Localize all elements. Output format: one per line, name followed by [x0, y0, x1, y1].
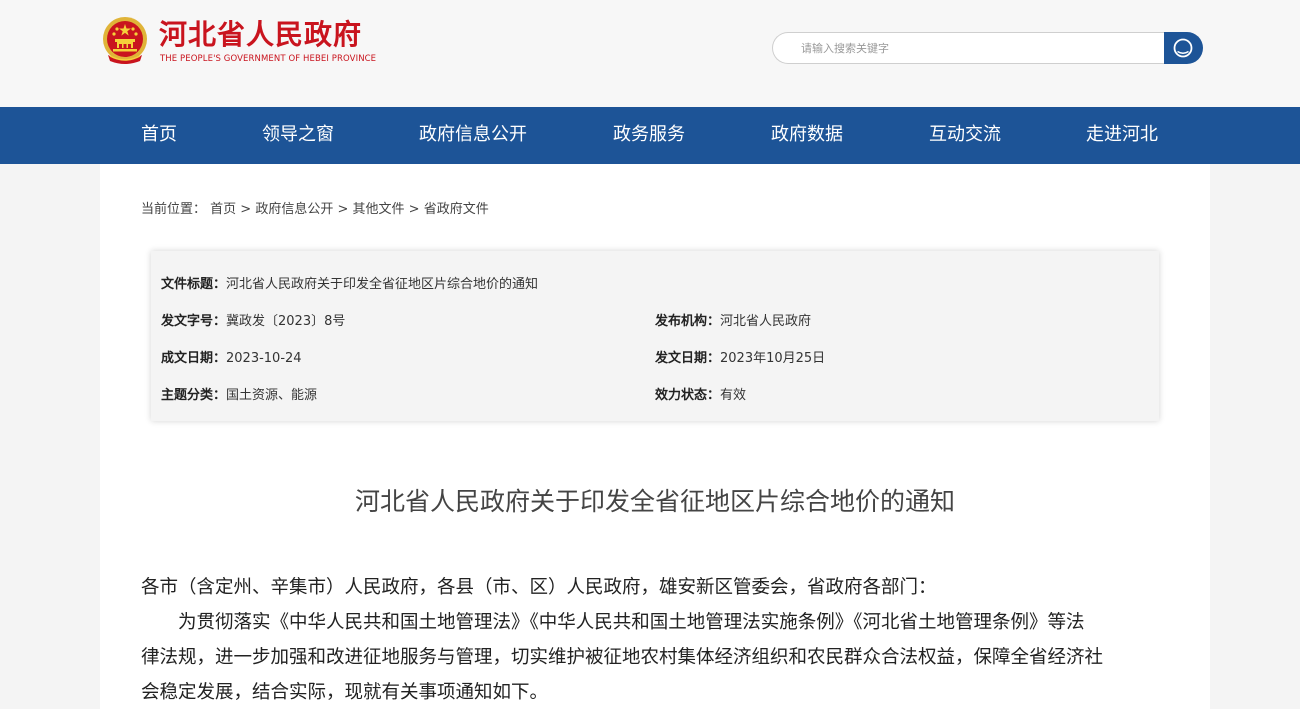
site-header: 河北省人民政府 THE PEOPLE'S GOVERNMENT OF HEBEI… [0, 0, 1300, 107]
meta-published-row: 发文日期：2023年10月25日 [655, 347, 825, 366]
meta-status-row: 效力状态：有效 [655, 384, 746, 403]
document-body-line-1: 为贯彻落实《中华人民共和国土地管理法》《中华人民共和国土地管理法实施条例》《河北… [178, 612, 1085, 633]
search-box [772, 32, 1203, 64]
site-title[interactable]: 河北省人民政府 [159, 15, 362, 55]
breadcrumb-separator: > [236, 202, 256, 217]
meta-topic-row: 主题分类：国土资源、能源 [161, 384, 317, 403]
nav-item-info-disclosure[interactable]: 政府信息公开 [419, 107, 527, 164]
breadcrumb: 当前位置： 首页 > 政府信息公开 > 其他文件 > 省政府文件 [141, 198, 489, 217]
meta-title-label: 文件标题： [161, 277, 227, 292]
meta-issuer-row: 发布机构：河北省人民政府 [655, 310, 811, 329]
document-body-line-3: 会稳定发展，结合实际，现就有关事项通知如下。 [141, 682, 549, 703]
breadcrumb-info-disclosure[interactable]: 政府信息公开 [255, 202, 333, 217]
meta-created-label: 成文日期： [161, 351, 227, 366]
meta-title-value: 河北省人民政府关于印发全省征地区片综合地价的通知 [226, 277, 539, 292]
meta-published-value: 2023年10月25日 [720, 351, 826, 366]
meta-status-value: 有效 [720, 388, 747, 403]
content-panel: 当前位置： 首页 > 政府信息公开 > 其他文件 > 省政府文件 文件标题：河北… [100, 164, 1210, 709]
meta-issuer-value: 河北省人民政府 [720, 314, 812, 329]
document-body-line-2: 律法规，进一步加强和改进征地服务与管理，切实维护被征地农村集体经济组织和农民群众… [141, 647, 1104, 668]
nav-item-leaders[interactable]: 领导之窗 [262, 107, 334, 164]
meta-published-label: 发文日期： [655, 351, 721, 366]
nav-item-gov-data[interactable]: 政府数据 [771, 107, 843, 164]
breadcrumb-provincial-files[interactable]: 省政府文件 [424, 202, 489, 217]
meta-docno-label: 发文字号： [161, 314, 227, 329]
site-subtitle: THE PEOPLE'S GOVERNMENT OF HEBEI PROVINC… [160, 54, 377, 64]
meta-topic-value: 国土资源、能源 [226, 388, 318, 403]
search-input[interactable] [772, 32, 1165, 64]
meta-created-row: 成文日期：2023-10-24 [161, 347, 302, 366]
meta-title-row: 文件标题：河北省人民政府关于印发全省征地区片综合地价的通知 [161, 273, 538, 292]
breadcrumb-home[interactable]: 首页 [210, 202, 236, 217]
nav-item-about-hebei[interactable]: 走进河北 [1086, 107, 1158, 164]
breadcrumb-separator: > [404, 202, 424, 217]
main-nav: 首页 领导之窗 政府信息公开 政务服务 政府数据 互动交流 走进河北 [0, 107, 1300, 164]
document-metadata-box: 文件标题：河北省人民政府关于印发全省征地区片综合地价的通知 发文字号：冀政发〔2… [151, 251, 1159, 421]
meta-created-value: 2023-10-24 [226, 351, 302, 366]
document-addressee: 各市（含定州、辛集市）人民政府，各县（市、区）人民政府，雄安新区管委会，省政府各… [141, 577, 937, 598]
meta-status-label: 效力状态： [655, 388, 721, 403]
meta-topic-label: 主题分类： [161, 388, 227, 403]
nav-item-interaction[interactable]: 互动交流 [929, 107, 1001, 164]
meta-issuer-label: 发布机构： [655, 314, 721, 329]
breadcrumb-separator: > [333, 202, 353, 217]
nav-item-home[interactable]: 首页 [141, 107, 177, 164]
national-emblem-icon[interactable] [100, 15, 150, 67]
breadcrumb-prefix: 当前位置： [141, 202, 207, 217]
search-button[interactable] [1164, 32, 1203, 64]
breadcrumb-other-files[interactable]: 其他文件 [353, 202, 405, 217]
meta-docno-value: 冀政发〔2023〕8号 [226, 314, 346, 329]
meta-docno-row: 发文字号：冀政发〔2023〕8号 [161, 310, 345, 329]
search-icon [1173, 38, 1193, 58]
nav-item-gov-services[interactable]: 政务服务 [613, 107, 685, 164]
document-title: 河北省人民政府关于印发全省征地区片综合地价的通知 [354, 487, 955, 516]
